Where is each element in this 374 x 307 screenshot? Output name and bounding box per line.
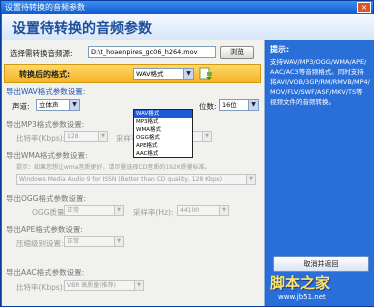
format-option[interactable]: MP3格式 xyxy=(134,118,192,126)
tips-line: 支持WAV/MP3/OGG/WMA/APE/ xyxy=(270,58,367,66)
watermark-url: www.jb51.net xyxy=(278,293,326,301)
ogg-quality-label: OGG质量: xyxy=(32,208,68,217)
format-bar: 转换后的格式: WAV格式 ▼ xyxy=(4,64,261,83)
tips-line: 将AVI/VOB/3GP/RM/RMVB/MP4/ xyxy=(270,78,370,86)
ogg-section-title: 导出OGG格式参数设置: xyxy=(6,194,87,203)
tips-line: 视频文件的音频转换。 xyxy=(270,98,335,106)
format-option[interactable]: WMA格式 xyxy=(134,126,192,134)
settings-panel: 选择需转换音频源: D:\t_hoaenpires_gc06_h264.mov … xyxy=(2,40,265,306)
close-button[interactable]: × xyxy=(357,2,371,13)
source-path-input[interactable]: D:\t_hoaenpires_gc06_h264.mov xyxy=(88,46,216,58)
format-option[interactable]: AAC格式 xyxy=(134,150,192,158)
page-title: 设置待转换的音频参数 xyxy=(12,21,152,37)
chevron-down-icon[interactable]: ▼ xyxy=(114,237,123,246)
aac-section-title: 导出AAC格式参数设置: xyxy=(6,268,85,277)
bits-value: 16位 xyxy=(222,101,237,109)
window-title: 设置待转换的音频参数 xyxy=(5,3,85,12)
channel-value: 立体声 xyxy=(39,101,59,109)
browse-button[interactable]: 浏览 xyxy=(220,46,254,59)
mp3-bitrate-select[interactable]: 128 ▼ xyxy=(64,131,108,142)
ape-level-select[interactable]: 正常 ▼ xyxy=(64,236,124,247)
channel-select[interactable]: 立体声 ▼ xyxy=(36,99,80,111)
wav-section-title: 导出WAV格式参数设置: xyxy=(6,87,86,96)
dialog-header: 设置待转换的音频参数 xyxy=(2,14,374,40)
ape-level-label: 压缩级别设置: xyxy=(16,239,64,248)
ape-section-title: 导出APE格式参数设置: xyxy=(6,225,83,234)
chevron-down-icon[interactable]: ▼ xyxy=(248,100,258,110)
mp3-section-title: 导出MP3格式参数设置: xyxy=(6,120,85,129)
ogg-samplerate-select[interactable]: 44100 ▼ xyxy=(177,205,229,216)
tips-panel: 提示: 支持WAV/MP3/OGG/WMA/APE/ AAC/AC3等音频格式。… xyxy=(266,40,374,306)
tips-heading: 提示: xyxy=(270,45,290,54)
format-label: 转换后的格式: xyxy=(19,70,71,79)
title-bar: 设置待转换的音频参数 × xyxy=(1,1,373,14)
dialog-window: 设置待转换的音频参数 × 设置待转换的音频参数 选择需转换音频源: D:\t_h… xyxy=(0,0,374,307)
chevron-down-icon[interactable]: ▼ xyxy=(98,132,107,141)
tips-line: MOV/FLV/SWF/ASF/MKV/TS等 xyxy=(270,88,363,96)
format-option[interactable]: APE格式 xyxy=(134,142,192,150)
source-label: 选择需转换音频源: xyxy=(10,49,73,58)
download-arrow-icon xyxy=(199,67,212,80)
tips-text: 支持WAV/MP3/OGG/WMA/APE/ AAC/AC3等音频格式。同时支持… xyxy=(270,57,372,107)
chevron-down-icon[interactable]: ▼ xyxy=(202,132,211,141)
chevron-down-icon[interactable]: ▼ xyxy=(69,100,79,110)
tips-line: AAC/AC3等音频格式。同时支持 xyxy=(270,68,364,76)
wma-hint: 提示：如果您想让wma音质更好，请尽量选择CD音质的192K质量标准。 xyxy=(16,164,211,171)
chevron-down-icon[interactable]: ▼ xyxy=(114,206,123,215)
wma-section-title: 导出WMA格式参数设置: xyxy=(6,151,88,160)
ogg-quality-value: 正常 xyxy=(67,207,80,214)
cancel-return-button[interactable]: 取消并返回 xyxy=(273,256,369,272)
aac-bitrate-select[interactable]: VBR 高质量(推荐) ▼ xyxy=(64,280,144,291)
watermark-brand: 脚本之家 xyxy=(270,274,331,292)
channel-label: 声道: xyxy=(12,102,30,111)
chevron-down-icon[interactable]: ▼ xyxy=(134,281,143,290)
format-option[interactable]: WAV格式 xyxy=(134,110,192,118)
bits-select[interactable]: 16位 ▼ xyxy=(219,99,259,111)
ape-level-value: 正常 xyxy=(67,238,80,245)
aac-bitrate-value: VBR 高质量(推荐) xyxy=(67,282,116,289)
chevron-down-icon[interactable]: ▼ xyxy=(183,69,193,79)
aac-bitrate-label: 比特率(Kbps): xyxy=(16,283,66,292)
chevron-down-icon[interactable]: ▼ xyxy=(219,206,228,215)
chevron-down-icon[interactable]: ▼ xyxy=(246,175,255,184)
wma-quality-value: Windows Media Audio 9 for ISSN (Better t… xyxy=(19,176,223,183)
format-dropdown-list[interactable]: WAV格式 MP3格式 WMA格式 OGG格式 APE格式 AAC格式 xyxy=(133,109,193,158)
source-row: 选择需转换音频源: D:\t_hoaenpires_gc06_h264.mov … xyxy=(6,45,261,60)
ogg-quality-select[interactable]: 正常 ▼ xyxy=(64,205,124,216)
format-selected-value: WAV格式 xyxy=(136,70,164,78)
format-option[interactable]: OGG格式 xyxy=(134,134,192,142)
wma-quality-select[interactable]: Windows Media Audio 9 for ISSN (Better t… xyxy=(16,174,256,185)
bits-label: 位数: xyxy=(199,102,217,111)
ogg-samplerate-value: 44100 xyxy=(180,207,200,214)
mp3-bitrate-label: 比特率(Kbps): xyxy=(16,134,66,143)
ogg-samplerate-label: 采样率(Hz): xyxy=(133,208,174,217)
format-select[interactable]: WAV格式 ▼ xyxy=(133,68,194,80)
mp3-bitrate-value: 128 xyxy=(67,133,79,140)
